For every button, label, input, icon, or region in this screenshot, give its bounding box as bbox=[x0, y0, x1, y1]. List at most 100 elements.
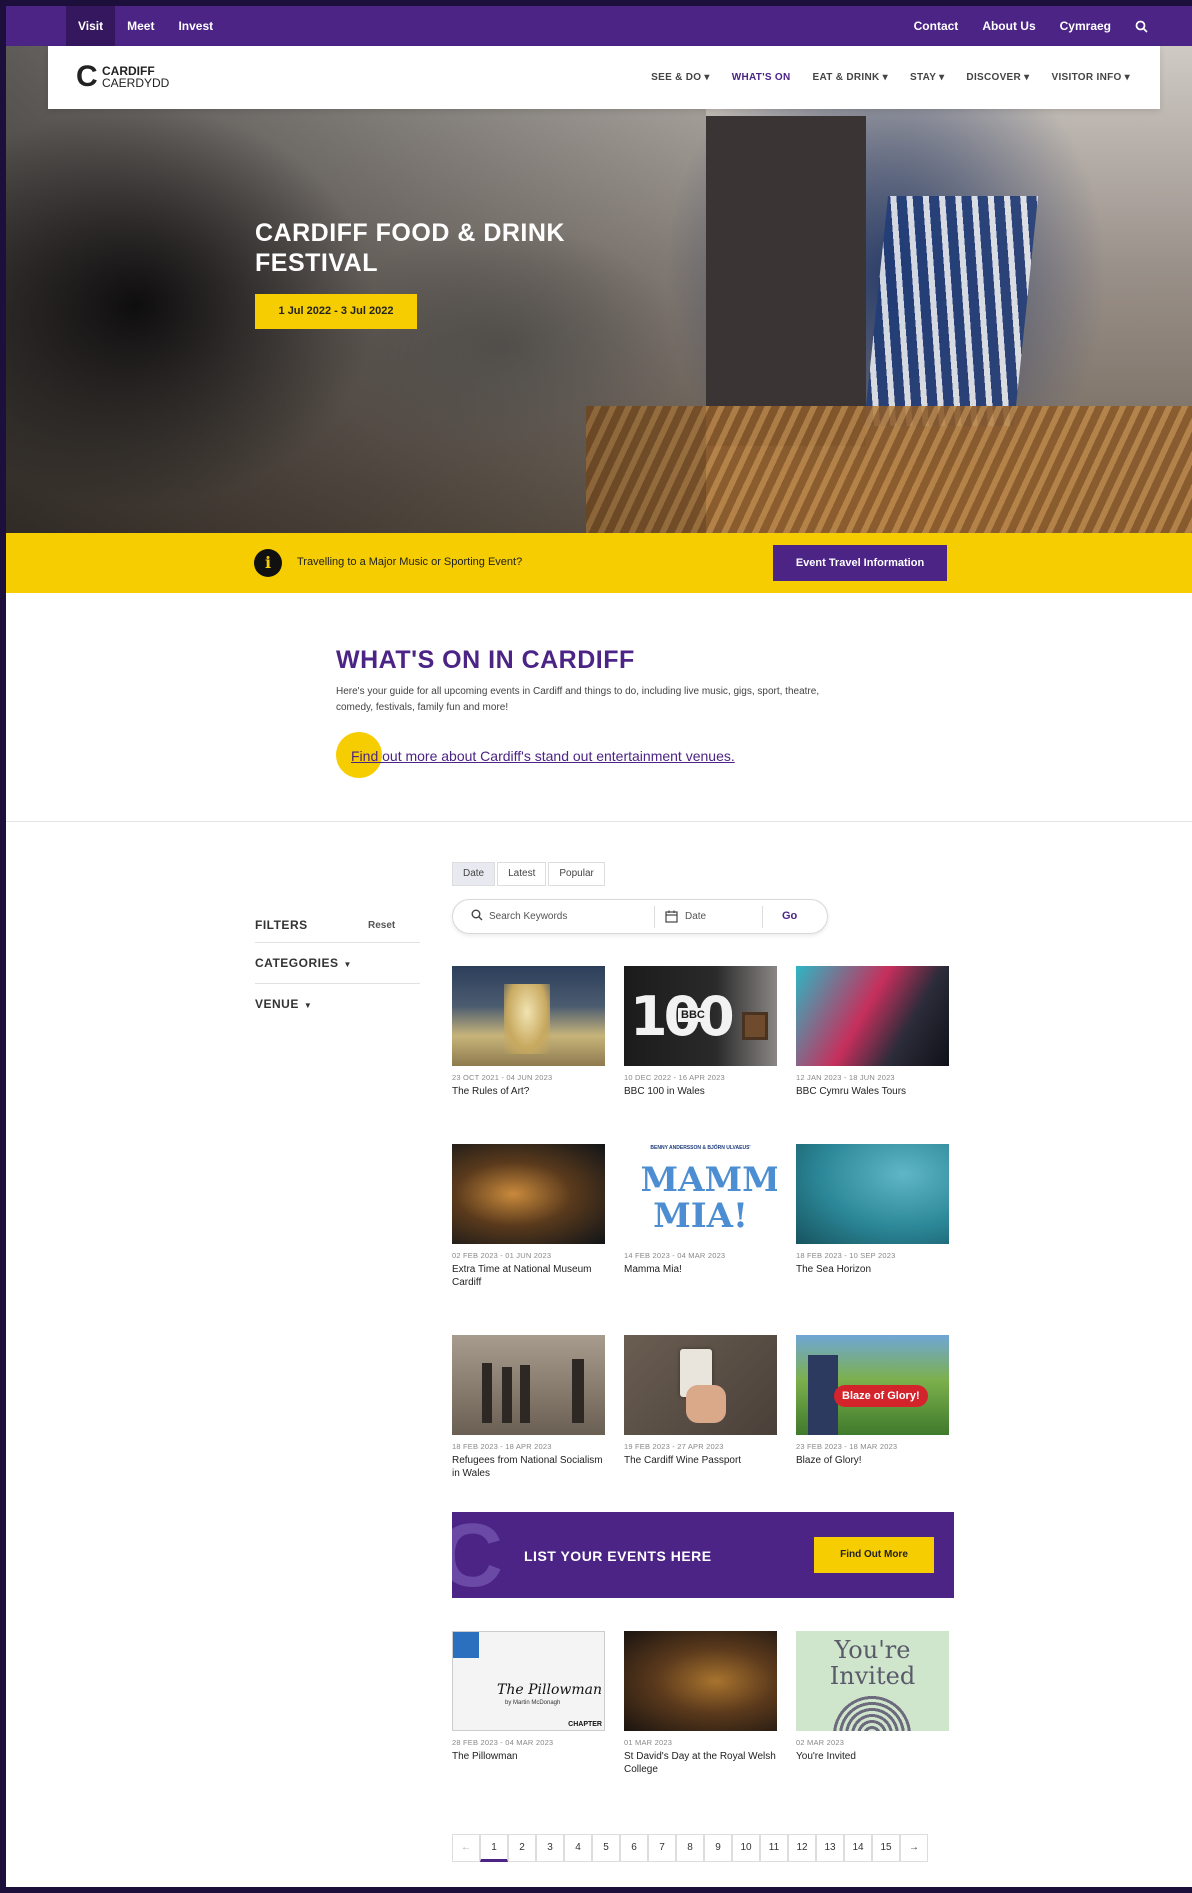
nav-item-eat-drink[interactable]: EAT & DRINK ▾ bbox=[813, 72, 888, 83]
event-image bbox=[796, 966, 949, 1066]
venues-link[interactable]: Find out more about Cardiff's stand out … bbox=[351, 748, 735, 764]
filter-venue[interactable]: VENUE ▼ bbox=[255, 997, 312, 1011]
page-button[interactable]: 3 bbox=[536, 1834, 564, 1862]
event-travel-button[interactable]: Event Travel Information bbox=[773, 545, 947, 581]
search-input[interactable]: Search Keywords bbox=[489, 911, 567, 922]
chevron-down-icon: ▾ bbox=[939, 72, 945, 83]
event-title: BBC Cymru Wales Tours bbox=[796, 1086, 907, 1097]
cardiff-logo[interactable]: C CARDIFF CAERDYDD bbox=[76, 61, 186, 93]
nav-item-see-do[interactable]: SEE & DO ▾ bbox=[651, 72, 710, 83]
next-page-button[interactable]: → bbox=[900, 1834, 928, 1862]
event-title: Extra Time at National Museum Cardiff bbox=[452, 1264, 592, 1288]
event-card[interactable]: You're Invited 02 MAR 2023 You're Invite… bbox=[796, 1631, 949, 1763]
sort-tabs: Date Latest Popular bbox=[452, 862, 607, 886]
event-card[interactable]: 23 OCT 2021 - 04 JUN 2023 The Rules of A… bbox=[452, 966, 605, 1098]
nav-item-discover[interactable]: DISCOVER ▾ bbox=[966, 72, 1029, 83]
event-search-bar: Search Keywords Date Go bbox=[452, 899, 828, 934]
event-card[interactable]: 18 FEB 2023 - 18 APR 2023 Refugees from … bbox=[452, 1335, 605, 1480]
event-image: BENNY ANDERSSON & BJÖRN ULVAEUS' MAMMA M… bbox=[624, 1144, 777, 1244]
event-image bbox=[452, 1335, 605, 1435]
utility-link-visit[interactable]: Visit bbox=[66, 6, 116, 46]
filter-categories[interactable]: CATEGORIES ▼ bbox=[255, 956, 352, 970]
date-field[interactable]: Date bbox=[685, 911, 706, 922]
search-go-button[interactable]: Go bbox=[782, 910, 797, 922]
sort-tab-date[interactable]: Date bbox=[452, 862, 496, 886]
prev-page-button[interactable]: ← bbox=[452, 1834, 480, 1862]
page-button[interactable]: 14 bbox=[844, 1834, 872, 1862]
page-button[interactable]: 10 bbox=[732, 1834, 760, 1862]
logo-text-line2: CAERDYDD bbox=[102, 76, 170, 90]
event-title: BBC 100 in Wales bbox=[624, 1086, 705, 1097]
page-button[interactable]: 7 bbox=[648, 1834, 676, 1862]
event-date: 02 FEB 2023 - 01 JUN 2023 bbox=[452, 1251, 552, 1260]
intro-text: Here's your guide for all upcoming event… bbox=[336, 686, 820, 713]
event-card[interactable]: 02 FEB 2023 - 01 JUN 2023 Extra Time at … bbox=[452, 1144, 605, 1289]
info-icon: i bbox=[254, 549, 282, 577]
event-date: 10 DEC 2022 - 16 APR 2023 bbox=[624, 1073, 725, 1082]
nav-item-visitor-info[interactable]: VISITOR INFO ▾ bbox=[1051, 72, 1130, 83]
search-icon bbox=[471, 909, 483, 921]
event-image: 100 BBC bbox=[624, 966, 777, 1066]
page-button[interactable]: 4 bbox=[564, 1834, 592, 1862]
utility-link-about[interactable]: About Us bbox=[982, 19, 1035, 33]
event-image: The Pillowman by Martin McDonagh CHAPTER bbox=[452, 1631, 605, 1731]
pillowman-credit: by Martin McDonagh bbox=[505, 1700, 561, 1706]
hero-date-badge: 1 Jul 2022 - 3 Jul 2022 bbox=[255, 294, 417, 329]
page-button[interactable]: 13 bbox=[816, 1834, 844, 1862]
chevron-down-icon: ▼ bbox=[343, 960, 352, 969]
event-title: You're Invited bbox=[796, 1751, 856, 1762]
travel-banner: i Travelling to a Major Music or Sportin… bbox=[6, 533, 1192, 593]
page-button[interactable]: 15 bbox=[872, 1834, 900, 1862]
event-date: 28 FEB 2023 - 04 MAR 2023 bbox=[452, 1738, 554, 1747]
page-button[interactable]: 5 bbox=[592, 1834, 620, 1862]
event-card[interactable]: BENNY ANDERSSON & BJÖRN ULVAEUS' MAMMA M… bbox=[624, 1144, 777, 1276]
event-card[interactable]: 01 MAR 2023 St David's Day at the Royal … bbox=[624, 1631, 777, 1776]
utility-link-invest[interactable]: Invest bbox=[166, 6, 225, 46]
filters-reset-button[interactable]: Reset bbox=[368, 920, 395, 931]
event-date: 12 JAN 2023 - 18 JUN 2023 bbox=[796, 1073, 895, 1082]
list-events-promo: C LIST YOUR EVENTS HERE Find Out More bbox=[452, 1512, 954, 1598]
sort-tab-latest[interactable]: Latest bbox=[497, 862, 547, 886]
section-divider bbox=[6, 821, 1192, 822]
event-title: The Sea Horizon bbox=[796, 1264, 872, 1275]
event-title: Refugees from National Socialism in Wale… bbox=[452, 1455, 603, 1479]
youre-invited-logo: You're Invited bbox=[829, 1636, 916, 1690]
chevron-down-icon: ▾ bbox=[704, 72, 710, 83]
event-card[interactable]: 100 BBC 10 DEC 2022 - 16 APR 2023 BBC 10… bbox=[624, 966, 777, 1098]
chapter-logo: CHAPTER bbox=[568, 1721, 602, 1728]
event-image bbox=[452, 1144, 605, 1244]
nav-item-whats-on[interactable]: WHAT'S ON bbox=[732, 72, 791, 83]
event-date: 23 OCT 2021 - 04 JUN 2023 bbox=[452, 1073, 553, 1082]
filters-divider bbox=[255, 983, 420, 984]
utility-link-meet[interactable]: Meet bbox=[115, 6, 166, 46]
utility-link-contact[interactable]: Contact bbox=[914, 19, 959, 33]
search-icon[interactable] bbox=[1135, 20, 1148, 33]
page-button[interactable]: 1 bbox=[480, 1834, 508, 1862]
event-card[interactable]: 12 JAN 2023 - 18 JUN 2023 BBC Cymru Wale… bbox=[796, 966, 949, 1098]
event-card[interactable]: Blaze of Glory! 23 FEB 2023 - 18 MAR 202… bbox=[796, 1335, 949, 1467]
mandala-pattern bbox=[832, 1695, 912, 1731]
chevron-down-icon: ▼ bbox=[303, 1001, 313, 1010]
page-button[interactable]: 12 bbox=[788, 1834, 816, 1862]
page-button[interactable]: 6 bbox=[620, 1834, 648, 1862]
page-button[interactable]: 9 bbox=[704, 1834, 732, 1862]
event-card[interactable]: The Pillowman by Martin McDonagh CHAPTER… bbox=[452, 1631, 605, 1763]
find-out-more-button[interactable]: Find Out More bbox=[814, 1537, 934, 1573]
page-button[interactable]: 11 bbox=[760, 1834, 788, 1862]
page-button[interactable]: 2 bbox=[508, 1834, 536, 1862]
utility-link-cymraeg[interactable]: Cymraeg bbox=[1060, 19, 1111, 33]
utility-bar: Visit Meet Invest Contact About Us Cymra… bbox=[6, 6, 1192, 46]
bbc-logo: BBC bbox=[678, 1008, 708, 1022]
event-image: You're Invited bbox=[796, 1631, 949, 1731]
event-image bbox=[796, 1144, 949, 1244]
hero-photo-stall bbox=[706, 116, 866, 446]
event-card[interactable]: 19 FEB 2023 - 27 APR 2023 The Cardiff Wi… bbox=[624, 1335, 777, 1467]
event-image bbox=[624, 1335, 777, 1435]
nav-item-stay[interactable]: STAY ▾ bbox=[910, 72, 944, 83]
page-button[interactable]: 8 bbox=[676, 1834, 704, 1862]
mamma-mia-logo: MAMMA MIA! bbox=[640, 1160, 778, 1236]
travel-message: Travelling to a Major Music or Sporting … bbox=[297, 556, 523, 568]
event-image bbox=[624, 1631, 777, 1731]
event-card[interactable]: 18 FEB 2023 - 10 SEP 2023 The Sea Horizo… bbox=[796, 1144, 949, 1276]
sort-tab-popular[interactable]: Popular bbox=[548, 862, 605, 886]
